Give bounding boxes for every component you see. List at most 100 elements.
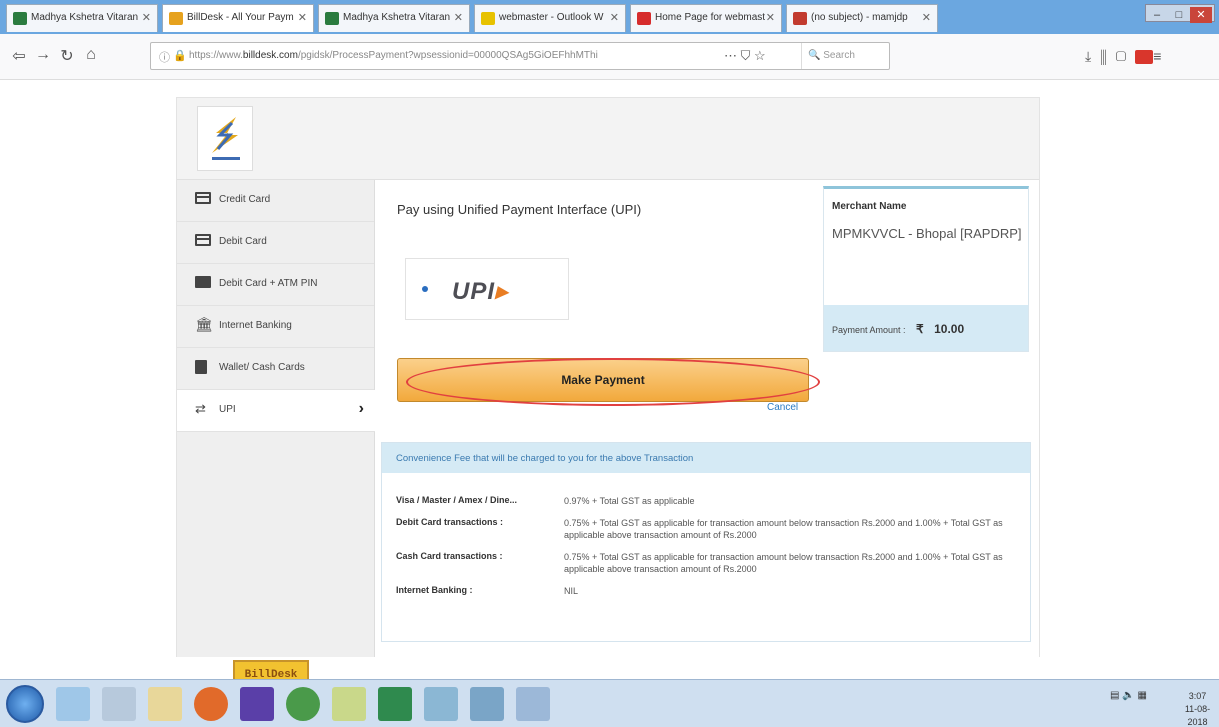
ie-icon[interactable]: [56, 687, 90, 721]
back-icon[interactable]: ⇦: [8, 46, 30, 66]
paint-icon[interactable]: [332, 687, 366, 721]
bank-icon: 🏛: [195, 316, 213, 332]
close-icon[interactable]: ✕: [766, 11, 775, 24]
browser-tab[interactable]: webmaster - Outlook W ✕: [474, 4, 626, 32]
close-icon[interactable]: ✕: [454, 11, 463, 24]
clock[interactable]: 3:07 11-08-2018: [1176, 690, 1219, 727]
fee-value: NIL: [564, 586, 579, 596]
browser-tab[interactable]: (no subject) - mamjdp ✕: [786, 4, 938, 32]
fee-key: Internet Banking :: [396, 585, 473, 595]
fee-value: 0.97% + Total GST as applicable: [564, 496, 695, 506]
window-close-icon[interactable]: ✕: [1190, 7, 1212, 23]
window-controls: – □ ✕: [1145, 4, 1215, 23]
make-payment-button[interactable]: Make Payment: [397, 358, 820, 406]
sidebar-item-label: Credit Card: [219, 194, 271, 205]
menu-icon[interactable]: ≡: [1153, 48, 1170, 64]
tray-icon[interactable]: ▤: [1110, 690, 1119, 701]
sidebar-icon[interactable]: ▢: [1116, 48, 1136, 64]
search-input[interactable]: 🔍 Search: [801, 43, 889, 69]
sidebar-item-upi[interactable]: ⇄ UPI ›: [177, 390, 376, 432]
fee-key: Visa / Master / Amex / Dine...: [396, 495, 518, 505]
sidebar-item-label: Debit Card + ATM PIN: [219, 278, 318, 289]
url-text[interactable]: https://www.billdesk.com/pgidsk/ProcessP…: [189, 50, 679, 61]
merchant-name-label: Merchant Name: [832, 201, 907, 212]
sidebar-item-debit-atm-pin[interactable]: Debit Card + ATM PIN: [177, 264, 374, 306]
upi-option[interactable]: UPI▸: [405, 258, 569, 320]
convenience-fee-box: Convenience Fee that will be charged to …: [381, 442, 1031, 642]
maximize-icon[interactable]: □: [1168, 7, 1190, 23]
home-icon[interactable]: ⌂: [80, 46, 102, 64]
browser-tab[interactable]: Madhya Kshetra Vitaran ✕: [318, 4, 470, 32]
page-title: Pay using Unified Payment Interface (UPI…: [397, 202, 642, 217]
upi-radio-button[interactable]: [422, 286, 428, 292]
credit-card-icon: [195, 192, 211, 204]
page-actions-icons[interactable]: ⋯ ⛉ ☆: [724, 48, 766, 64]
browser-tab[interactable]: Madhya Kshetra Vitaran ✕: [6, 4, 158, 32]
close-icon[interactable]: ✕: [610, 11, 619, 24]
sidebar-item-label: UPI: [219, 404, 236, 415]
volume-icon[interactable]: 🔈: [1122, 690, 1134, 701]
fee-value: 0.75% + Total GST as applicable for tran…: [564, 518, 1003, 540]
reload-icon[interactable]: ↻: [56, 46, 78, 66]
forward-icon[interactable]: →: [32, 46, 54, 64]
screen-icon[interactable]: [470, 687, 504, 721]
library-icon[interactable]: ⫼: [1100, 48, 1115, 64]
payment-amount-label: Payment Amount :: [832, 325, 906, 335]
excel-icon[interactable]: [378, 687, 412, 721]
sidebar-item-label: Debit Card: [219, 236, 267, 247]
clock-date: 11-08-2018: [1184, 704, 1211, 727]
convenience-fee-table: Visa / Master / Amex / Dine... 0.97% + T…: [396, 495, 1022, 607]
calculator-icon[interactable]: [516, 687, 550, 721]
start-button[interactable]: [6, 685, 44, 723]
close-icon[interactable]: ✕: [142, 11, 151, 24]
upi-logo: UPI▸: [452, 278, 509, 305]
lock-icon: 🔒: [173, 50, 187, 62]
chevron-right-icon: ›: [358, 400, 364, 417]
fee-row: Visa / Master / Amex / Dine... 0.97% + T…: [396, 495, 1022, 507]
minimize-icon[interactable]: –: [1146, 7, 1168, 23]
clock-time: 3:07: [1188, 691, 1207, 701]
network-icon[interactable]: [102, 687, 136, 721]
toolbar-icons: ⤓⫼▢ ≡: [1085, 48, 1170, 65]
site-favicon-icon: [325, 12, 339, 25]
folder-icon[interactable]: [148, 687, 182, 721]
windows-taskbar: ▤ 🔈 ▦ 3:07 11-08-2018: [0, 679, 1219, 727]
fee-key: Debit Card transactions :: [396, 517, 504, 527]
media-icon[interactable]: [240, 687, 274, 721]
sidebar-item-debit-card[interactable]: Debit Card: [177, 222, 374, 264]
info-icon[interactable]: ⓘ: [159, 49, 170, 65]
address-bar[interactable]: ⓘ 🔒 https://www.billdesk.com/pgidsk/Proc…: [150, 42, 890, 70]
merchant-info-box: Merchant Name MPMKVVCL - Bhopal [RAPDRP]…: [823, 186, 1029, 352]
chrome-icon[interactable]: [286, 687, 320, 721]
browser-tab-active[interactable]: BillDesk - All Your Paym ✕: [162, 4, 314, 32]
firefox-icon[interactable]: [194, 687, 228, 721]
tab-label: BillDesk - All Your Paym: [187, 12, 294, 23]
fee-row: Internet Banking : NIL: [396, 585, 1022, 597]
extension-icon[interactable]: [1135, 50, 1154, 65]
debit-card-icon: [195, 234, 211, 246]
mpmkvvcl-logo: [197, 106, 253, 171]
sidebar-item-label: Wallet/ Cash Cards: [219, 362, 305, 373]
tab-label: (no subject) - mamjdp: [811, 12, 908, 23]
network-tray-icon[interactable]: ▦: [1137, 690, 1146, 701]
close-icon[interactable]: ✕: [298, 11, 307, 24]
sidebar-item-label: Internet Banking: [219, 320, 292, 331]
cancel-link[interactable]: Cancel: [767, 402, 798, 413]
close-icon[interactable]: ✕: [922, 11, 931, 24]
wallet-icon: [195, 360, 207, 374]
payment-page: Credit Card Debit Card Debit Card + ATM …: [176, 97, 1040, 692]
tool-icon[interactable]: [424, 687, 458, 721]
browser-tab[interactable]: Home Page for webmast ✕: [630, 4, 782, 32]
sidebar-item-wallet-cash-cards[interactable]: Wallet/ Cash Cards: [177, 348, 374, 390]
billdesk-favicon-icon: [169, 12, 183, 25]
tab-label: webmaster - Outlook W: [499, 12, 604, 23]
site-favicon-icon: [13, 12, 27, 25]
sidebar-item-internet-banking[interactable]: 🏛 Internet Banking: [177, 306, 374, 348]
fee-key: Cash Card transactions :: [396, 551, 503, 561]
upi-icon: ⇄: [195, 401, 206, 416]
sidebar-item-credit-card[interactable]: Credit Card: [177, 180, 374, 222]
browser-nav-bar: ⇦ → ↻ ⌂ ⓘ 🔒 https://www.billdesk.com/pgi…: [0, 34, 1219, 80]
download-icon[interactable]: ⤓: [1085, 48, 1100, 64]
tab-label: Madhya Kshetra Vitaran: [343, 12, 451, 23]
rupee-icon: ₹: [916, 322, 924, 336]
